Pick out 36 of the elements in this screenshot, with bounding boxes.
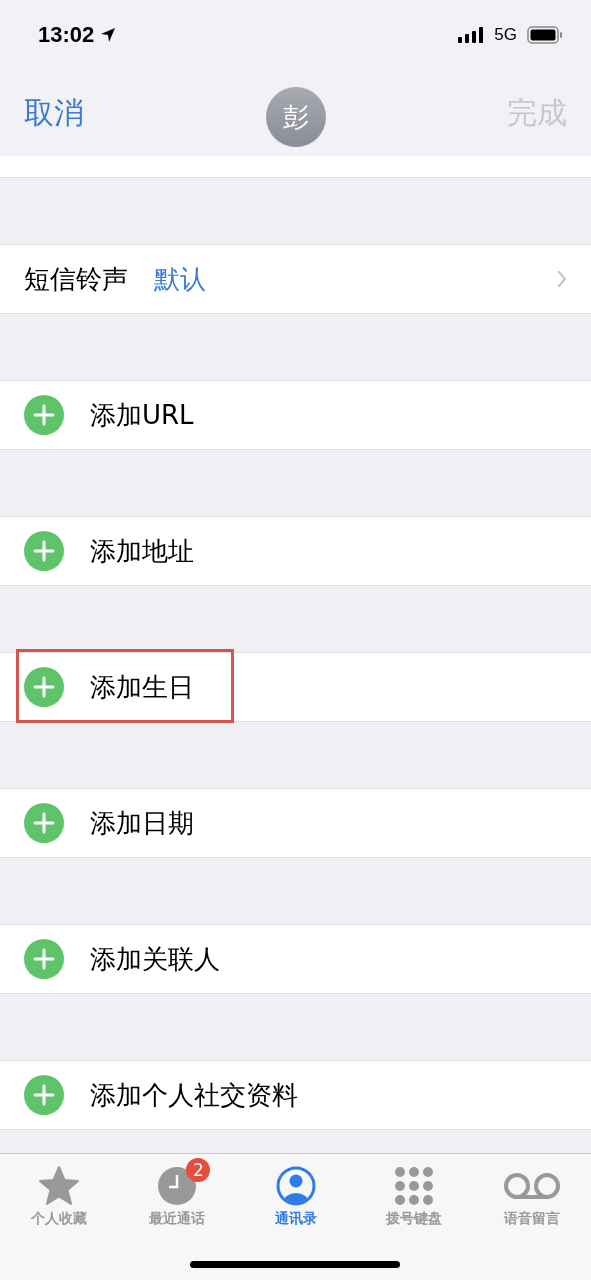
list-row[interactable]: 短信铃声 默认 (0, 244, 591, 314)
row-label: 添加关联人 (90, 942, 220, 976)
add-icon (24, 939, 64, 979)
row-label: 添加个人社交资料 (90, 1078, 298, 1112)
row-label: 添加URL (90, 398, 194, 432)
row-label: 添加日期 (90, 806, 194, 840)
add-icon (24, 395, 64, 435)
list-row[interactable]: 添加日期 (0, 788, 591, 858)
list-row[interactable]: 添加关联人 (0, 924, 591, 994)
tab[interactable]: 2 最近通话 (118, 1156, 237, 1228)
list-row[interactable]: 添加个人社交资料 (0, 1060, 591, 1130)
network-label: 5G (494, 25, 517, 45)
list-row[interactable]: 添加URL (0, 380, 591, 450)
keypad-icon (393, 1166, 434, 1206)
add-icon (24, 803, 64, 843)
add-icon (24, 1075, 64, 1115)
chevron-icon (557, 270, 567, 288)
row-label: 短信铃声 (24, 262, 128, 296)
battery-icon (527, 26, 563, 44)
row-label: 添加地址 (90, 534, 194, 568)
voicemail-icon (502, 1172, 561, 1200)
badge: 2 (186, 1158, 211, 1182)
row-value: 默认 (154, 262, 206, 296)
list-row[interactable]: 添加生日 (0, 652, 591, 722)
star-icon (37, 1165, 82, 1207)
location-arrow-icon (100, 27, 117, 43)
signal-icon (458, 27, 485, 43)
add-icon (24, 531, 64, 571)
contacts-icon (275, 1166, 316, 1206)
cancel-button[interactable]: 取消 (24, 92, 84, 134)
row-label: 添加生日 (90, 670, 194, 704)
status-time: 13:02 (38, 22, 95, 48)
tab[interactable]: 通讯录 (236, 1156, 355, 1228)
list-row[interactable]: 添加地址 (0, 516, 591, 586)
add-icon (24, 667, 64, 707)
contact-avatar: 彭 (265, 87, 326, 147)
